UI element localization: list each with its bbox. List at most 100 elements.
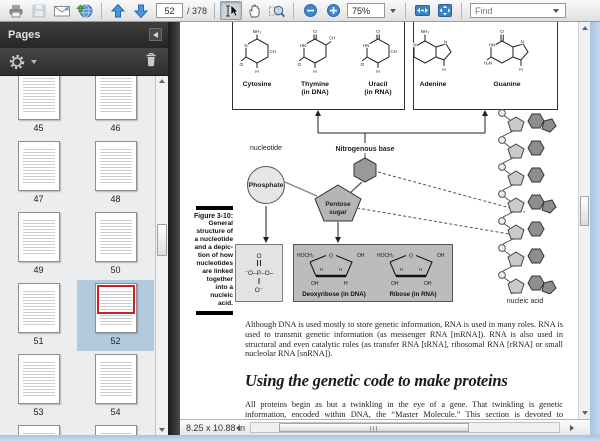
thumbnail-page-image[interactable]: [17, 76, 60, 120]
previous-page-button[interactable]: [107, 1, 129, 20]
fit-width-button[interactable]: [411, 1, 433, 20]
save-button[interactable]: [28, 1, 50, 20]
caption-bottom-bar: [196, 311, 233, 315]
base-name: Adenine: [419, 81, 447, 88]
thumbnail-page-image[interactable]: [94, 141, 137, 191]
thumbnail-page-number: 51: [33, 336, 44, 346]
chain-unit: [498, 271, 557, 294]
thumbnail-page-image[interactable]: [17, 425, 60, 435]
thumbnail-page-image[interactable]: [94, 212, 137, 262]
page-thumbnail[interactable]: [77, 422, 154, 435]
atom-label: ⁻O–P–O–: [245, 270, 274, 277]
thumbnail-page-image[interactable]: [17, 141, 60, 191]
atom-label: CH₃: [329, 36, 335, 41]
thumbnail-page-image[interactable]: [94, 76, 137, 120]
marquee-zoom-button[interactable]: [266, 1, 288, 20]
sidebar-scroll-down-icon[interactable]: [159, 428, 165, 432]
thumbnail-page-image[interactable]: [94, 283, 137, 333]
select-tool-button[interactable]: [220, 1, 243, 20]
page-thumbnail[interactable]: 53: [0, 351, 77, 422]
nucleic-acid-chain: [498, 109, 557, 294]
fit-page-button[interactable]: [434, 1, 456, 20]
atom-label: O: [500, 29, 504, 35]
thumbnail-page-number: 54: [110, 407, 121, 417]
zoom-in-button[interactable]: [322, 1, 344, 20]
thumbnail-page-image[interactable]: [94, 425, 137, 435]
page-thumbnail[interactable]: 54: [77, 351, 154, 422]
find-box[interactable]: [470, 3, 567, 18]
panel-options-button[interactable]: [9, 54, 41, 70]
email-button[interactable]: [51, 1, 73, 20]
fit-width-icon: [414, 5, 430, 16]
collapse-arrow-icon: [153, 31, 158, 38]
thumbnail-page-image[interactable]: [17, 212, 60, 262]
hscroll-right-icon[interactable]: [570, 424, 574, 431]
page-thumbnail[interactable]: 49: [0, 209, 77, 280]
nitrogenous-base-label: Nitrogenous base: [335, 146, 395, 153]
thumbnail-page-image[interactable]: [94, 354, 137, 404]
zoom-out-button[interactable]: [299, 1, 321, 20]
sidebar-scrollbar-thumb[interactable]: [157, 224, 167, 256]
toolbar-separator: [101, 2, 102, 19]
find-input[interactable]: [471, 5, 550, 16]
pages-panel-title: Pages: [8, 29, 41, 41]
page-thumbnail[interactable]: 51: [0, 280, 77, 351]
status-bar: 8.25 x 10.88 in: [180, 419, 590, 435]
thumbnail-content-preview: [22, 218, 55, 256]
thymine-ring: O CH₃ O HN H: [298, 29, 338, 75]
atom-label: HN: [489, 43, 495, 48]
ribose-label: Ribose (in RNA): [389, 291, 437, 298]
thumbnail-page-image[interactable]: [17, 283, 60, 333]
atom-label: O: [313, 29, 317, 35]
atom-label: HN: [363, 43, 369, 48]
page-thumbnail[interactable]: 52: [77, 280, 154, 351]
sugars-structure-box: HOCH₂ O OH H H OH H HOCH₂ O OH H H OH OH…: [293, 244, 453, 302]
caption-top-bar: [196, 206, 233, 210]
atom-label: H: [255, 69, 259, 75]
page-thumbnail[interactable]: 45: [0, 76, 77, 138]
zoom-level-display[interactable]: 75%: [347, 3, 386, 18]
hscroll-left-icon[interactable]: [236, 424, 240, 431]
atom-label: H: [400, 267, 403, 272]
scroll-down-icon[interactable]: [581, 411, 588, 415]
thumbnail-page-number: 45: [33, 123, 44, 133]
trash-icon: [146, 52, 156, 66]
thumbnail-page-image[interactable]: [17, 354, 60, 404]
print-button[interactable]: [5, 1, 27, 20]
page-number-input[interactable]: [156, 3, 183, 18]
horizontal-scrollbar[interactable]: [250, 422, 560, 433]
atom-label: H₂N: [484, 61, 492, 66]
phosphate-structure: O ⁻O–P–O– O⁻: [245, 253, 274, 294]
page-thumbnail[interactable]: 50: [77, 209, 154, 280]
chain-unit: [498, 163, 545, 191]
page-thumbnail[interactable]: [0, 422, 77, 435]
sidebar-scroll-up-icon[interactable]: [159, 79, 165, 83]
horizontal-scrollbar-thumb[interactable]: [279, 423, 469, 432]
find-dropdown-caret[interactable]: [553, 8, 560, 13]
fit-page-icon: [438, 4, 453, 17]
gear-icon: [9, 54, 25, 69]
page-thumbnail[interactable]: 47: [0, 138, 77, 209]
thumbnail-content-preview: [99, 360, 132, 398]
page-thumbnail[interactable]: 48: [77, 138, 154, 209]
zoom-dropdown-caret[interactable]: [390, 8, 397, 13]
next-page-button[interactable]: [130, 1, 152, 20]
sidebar-scrollbar[interactable]: [155, 76, 168, 435]
ribose-structure: HOCH₂ O OH H H OH OH: [377, 253, 445, 287]
web-upload-button[interactable]: [74, 1, 96, 20]
thumbnail-content-preview: [99, 76, 132, 114]
atom-label: H: [442, 67, 446, 73]
nucleotide-label: nucleotide: [250, 145, 282, 152]
document-scrollbar-thumb[interactable]: [580, 196, 589, 226]
guanine-ring: O H₂N HN N H: [484, 29, 529, 73]
delete-pages-button[interactable]: [143, 51, 159, 73]
atom-label: OH: [424, 281, 432, 287]
scroll-up-icon[interactable]: [581, 26, 588, 30]
collapse-panel-button[interactable]: [149, 28, 162, 41]
page-thumbnail[interactable]: 46: [77, 76, 154, 138]
document-scrollbar[interactable]: [578, 22, 590, 419]
phosphate-label: Phosphate: [248, 181, 284, 189]
atom-label: O: [376, 29, 380, 35]
hand-tool-button[interactable]: [243, 1, 265, 20]
panel-splitter[interactable]: [168, 22, 180, 435]
